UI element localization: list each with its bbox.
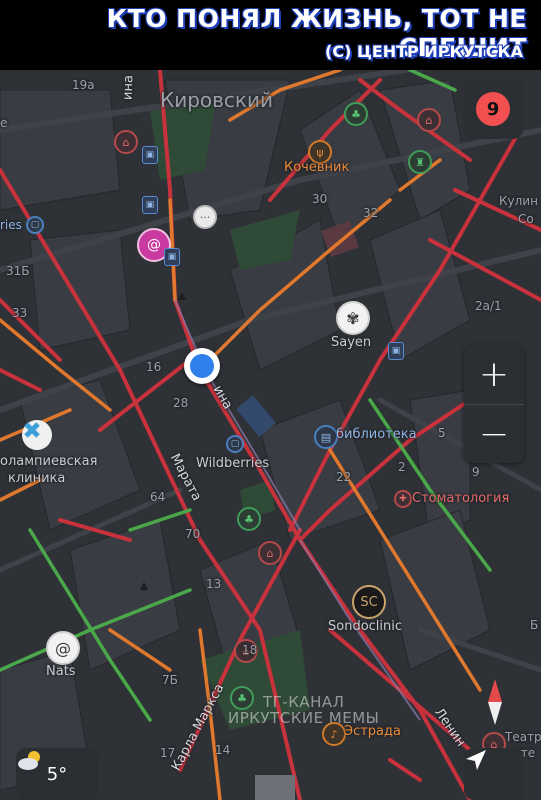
zoom-out-button[interactable]: − <box>464 404 524 464</box>
house-number: 18 <box>242 643 258 657</box>
poi-label-library[interactable]: библиотека <box>336 427 417 442</box>
poi-label-nats[interactable]: Nats <box>46 664 76 679</box>
partial-label: е <box>0 116 8 130</box>
house-number: 33 <box>12 306 28 320</box>
street-label: ина <box>120 74 137 101</box>
partial-label: олампиевская <box>0 454 98 469</box>
nats-logo-icon[interactable]: @ <box>46 631 80 665</box>
bus-stop-icon[interactable]: ▣ <box>388 342 404 360</box>
zoom-control: + − <box>464 345 524 463</box>
partial-label: Кулин <box>499 194 538 208</box>
bus-stop-icon[interactable]: ▣ <box>142 146 158 164</box>
chat-bubble-icon[interactable]: ··· <box>193 205 217 229</box>
sc-logo-icon[interactable]: SC <box>352 585 386 619</box>
house-number: 17 <box>160 746 176 760</box>
house-number: 9 <box>472 465 480 479</box>
house-number: 2 <box>398 460 406 474</box>
medical-cross-icon[interactable] <box>22 420 52 450</box>
poi-red-icon[interactable]: ⌂ <box>114 130 138 154</box>
shop-icon[interactable]: ▢ <box>226 435 244 453</box>
watermark-text: ТГ-КАНАЛ ИРКУТСКИЕ МЕМЫ <box>228 693 380 727</box>
house-number: 13 <box>206 577 222 591</box>
house-number: 28 <box>173 396 189 410</box>
district-label: Кировский <box>160 88 273 112</box>
house-number: 32 <box>363 206 379 220</box>
house-number: 14 <box>215 743 231 757</box>
book-icon[interactable]: ▤ <box>314 425 338 449</box>
park-icon[interactable]: ♣ <box>344 102 368 126</box>
user-location-marker[interactable] <box>184 348 220 384</box>
house-number: 22 <box>336 470 352 484</box>
map-view[interactable]: 19а Кировский ина е ⌂ ▣ ♣ ⌂ ψ Кочевник ♜… <box>0 70 541 800</box>
house-number: 64 <box>150 490 166 504</box>
house-number: 31Б <box>6 264 30 278</box>
partial-label: ries <box>0 218 22 232</box>
bus-stop-icon[interactable]: ▣ <box>142 196 158 214</box>
poi-red-icon[interactable]: ⌂ <box>417 108 441 132</box>
poi-label-estrada[interactable]: Эстрада <box>344 724 401 739</box>
navigation-arrow-icon <box>466 750 486 770</box>
partial-label: клиника <box>8 471 66 486</box>
poi-red-icon[interactable]: ⌂ <box>258 541 282 565</box>
chess-icon[interactable]: ♜ <box>408 150 432 174</box>
house-number: 2а/1 <box>475 299 502 313</box>
partial-label: Б <box>530 618 539 632</box>
my-location-button[interactable] <box>464 748 524 800</box>
meme-banner: КТО ПОНЯЛ ЖИЗНЬ, ТОТ НЕ СПЕШИТ (С) ЦЕНТР… <box>0 0 541 70</box>
map-canvas[interactable] <box>0 70 541 800</box>
compass-icon[interactable] <box>475 677 515 727</box>
mandala-logo-icon[interactable]: ✾ <box>336 301 370 335</box>
weather-temperature: 5° <box>46 763 68 785</box>
weather-widget[interactable]: 5° <box>16 748 98 800</box>
traffic-level-badge: 9 <box>476 92 510 126</box>
house-number: 16 <box>146 360 162 374</box>
poi-label-dentistry[interactable]: Стоматология <box>412 491 509 506</box>
poi-label-sondoclinic[interactable]: Sondoclinic <box>328 619 402 634</box>
house-number: 30 <box>312 192 328 206</box>
partial-label: Театр <box>505 730 541 744</box>
shop-icon[interactable]: ▢ <box>26 216 44 234</box>
house-number: 70 <box>185 527 201 541</box>
sun-cloud-icon <box>18 751 40 770</box>
house-number: 5 <box>438 426 446 440</box>
house-number: 19а <box>72 78 95 92</box>
park-icon[interactable]: ♣ <box>237 507 261 531</box>
poi-label-sayen[interactable]: Sayen <box>331 335 371 350</box>
bus-stop-icon[interactable]: ▣ <box>164 248 180 266</box>
poi-label-kochevnik[interactable]: Кочевник <box>284 160 349 175</box>
partial-label: Со <box>518 212 534 226</box>
traffic-button[interactable]: 9 <box>463 79 523 139</box>
tooth-icon[interactable]: ✚ <box>394 490 412 508</box>
meme-subtitle: (С) ЦЕНТР ИРКУТСКА <box>325 42 523 61</box>
house-number: 7Б <box>162 673 178 687</box>
music-icon[interactable]: ♪ <box>322 722 346 746</box>
zoom-in-button[interactable]: + <box>464 345 524 404</box>
poi-label-wildberries[interactable]: Wildberries <box>196 456 269 471</box>
